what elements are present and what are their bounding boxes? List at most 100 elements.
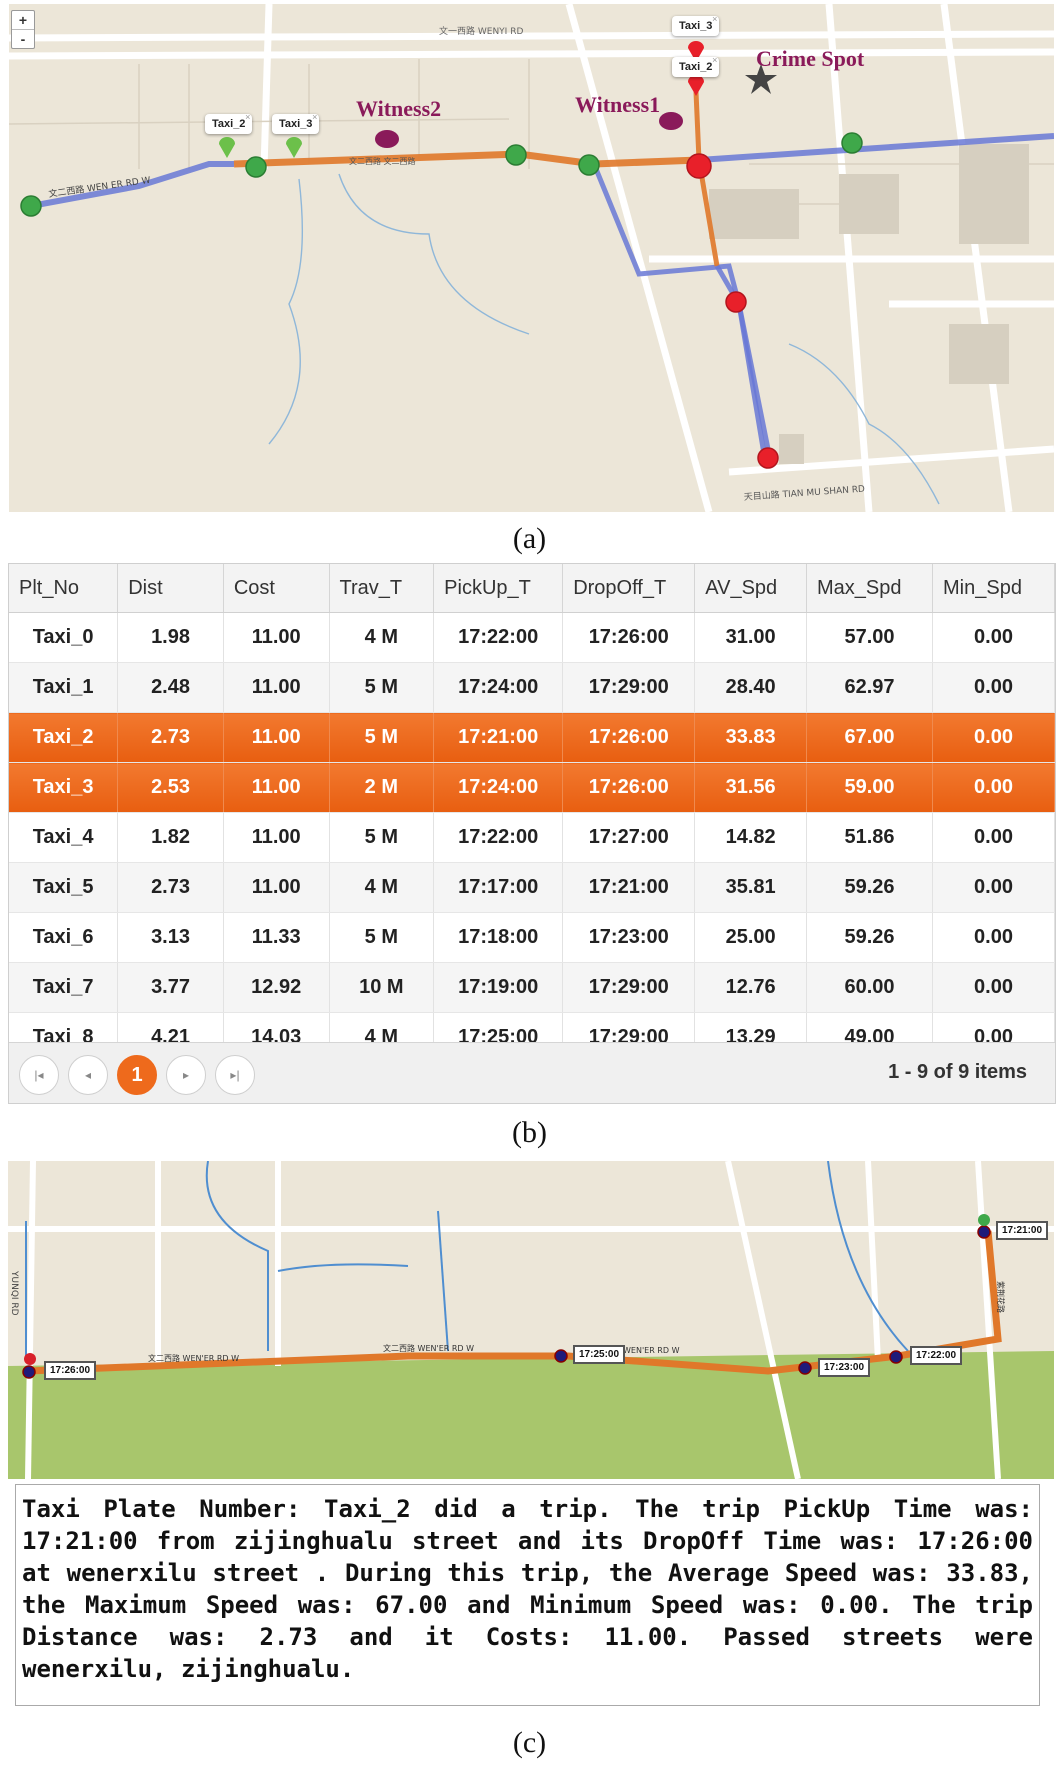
table-cell: Taxi_1 <box>9 662 119 713</box>
route-point[interactable] <box>22 1365 36 1379</box>
table-cell: 11.00 <box>223 762 330 813</box>
table-row[interactable]: Taxi_7 3.77 12.92 10 M 17:19:00 17:29:00 12.76… <box>9 962 1055 1013</box>
red-marker[interactable] <box>725 291 747 313</box>
table-cell: 17:24:00 <box>433 762 564 813</box>
close-icon[interactable]: × <box>712 55 717 65</box>
table-body: Taxi_0 1.98 11.00 4 M 17:22:00 17:26:00 31.00 5… <box>9 612 1055 1063</box>
table-cell: 0.00 <box>932 812 1055 863</box>
trip-description-textbox[interactable]: Taxi Plate Number: Taxi_2 did a trip. Th… <box>15 1484 1040 1706</box>
route-point[interactable] <box>554 1349 568 1363</box>
table-row[interactable]: Taxi_5 2.73 11.00 4 M 17:17:00 17:21:00 35.81 5… <box>9 862 1055 913</box>
close-icon[interactable]: × <box>245 112 250 122</box>
caption-a: (a) <box>512 522 547 555</box>
table-cell: 17:17:00 <box>433 862 564 913</box>
last-page-button[interactable]: ▸| <box>215 1055 255 1095</box>
dropoff-red-marker-icon[interactable] <box>24 1353 36 1365</box>
table-cell: Taxi_2 <box>9 712 119 763</box>
time-tag-pickup[interactable]: 17:21:00 <box>996 1221 1049 1240</box>
table-cell: 17:18:00 <box>433 912 564 963</box>
table-cell: 0.00 <box>932 712 1055 763</box>
table-cell: 0.00 <box>932 612 1055 663</box>
table-cell: 3.77 <box>117 962 224 1013</box>
column-header-pickup-t[interactable]: PickUp_T <box>433 564 564 613</box>
tag-label: Taxi_2 <box>212 118 246 130</box>
column-header-av-spd[interactable]: AV_Spd <box>694 564 808 613</box>
taxi-2-tag-left[interactable]: Taxi_2 × <box>205 112 253 134</box>
table-cell: 35.81 <box>694 862 808 913</box>
taxi-3-tag-top[interactable]: Taxi_3 × <box>672 14 720 36</box>
tag-label: Taxi_3 <box>279 118 313 130</box>
column-header-dist[interactable]: Dist <box>117 564 224 613</box>
table-row[interactable]: Taxi_2 2.73 11.00 5 M 17:21:00 17:26:00 33.83 6… <box>9 712 1055 763</box>
taxi-3-tag-left[interactable]: Taxi_3 × <box>272 112 320 134</box>
table-cell: 5 M <box>329 812 435 863</box>
column-header-cost[interactable]: Cost <box>223 564 330 613</box>
taxi-2-tag-top[interactable]: Taxi_2 × <box>672 55 720 77</box>
column-header-plt-no[interactable]: Plt_No <box>9 564 119 613</box>
table-cell: 1.98 <box>117 612 224 663</box>
table-cell: 14.82 <box>694 812 808 863</box>
table-cell: 17:26:00 <box>562 762 696 813</box>
table-cell: 31.56 <box>694 762 808 813</box>
map-c[interactable]: YUNQI RD 文二西路 WEN'ER RD W 文二西路 WEN'ER RD… <box>8 1161 1054 1479</box>
table-row[interactable]: Taxi_6 3.13 11.33 5 M 17:18:00 17:23:00 25.00 5… <box>9 912 1055 963</box>
table-cell: Taxi_6 <box>9 912 119 963</box>
table-cell: Taxi_0 <box>9 612 119 663</box>
pickup-green-marker-icon[interactable] <box>978 1214 990 1226</box>
table-cell: 0.00 <box>932 962 1055 1013</box>
map-a[interactable]: 文一西路 WENYI RD 文二西路 WEN ER RD W 文二西路 文二西路… <box>9 4 1054 512</box>
pager: |◂ ◂ 1 ▸ ▸| 1 - 9 of 9 items <box>9 1042 1055 1103</box>
taxi-2-green-pin-icon[interactable] <box>219 137 235 158</box>
zoom-control: + - <box>11 10 35 49</box>
red-marker[interactable] <box>686 153 712 179</box>
zoom-out-button[interactable]: - <box>12 29 34 48</box>
table-cell: 11.00 <box>223 812 330 863</box>
street-label-wener-main: 文二西路 文二西路 <box>349 156 416 166</box>
green-marker[interactable] <box>20 195 42 217</box>
table-cell: 12.92 <box>223 962 330 1013</box>
taxi-trips-table: Plt_No Dist Cost Trav_T PickUp_T DropOff_T AV_… <box>9 564 1055 1063</box>
route-point[interactable] <box>798 1361 812 1375</box>
table-cell: 17:23:00 <box>562 912 696 963</box>
table-cell: 1.82 <box>117 812 224 863</box>
witness2-label: Witness2 <box>356 96 442 121</box>
table-row[interactable]: Taxi_3 2.53 11.00 2 M 17:24:00 17:26:00 31.56 5… <box>9 762 1055 813</box>
time-tag-dropoff[interactable]: 17:26:00 <box>44 1361 97 1380</box>
table-cell: 17:22:00 <box>433 812 564 863</box>
green-marker[interactable] <box>505 144 527 166</box>
table-cell: 17:21:00 <box>433 712 564 763</box>
next-page-button[interactable]: ▸ <box>166 1055 206 1095</box>
red-marker[interactable] <box>757 447 779 469</box>
time-tag[interactable]: 17:23:00 <box>818 1358 871 1377</box>
table-cell: 67.00 <box>806 712 933 763</box>
table-row[interactable]: Taxi_1 2.48 11.00 5 M 17:24:00 17:29:00 28.40 6… <box>9 662 1055 713</box>
column-header-dropoff-t[interactable]: DropOff_T <box>562 564 696 613</box>
column-header-trav-t[interactable]: Trav_T <box>329 564 435 613</box>
time-tag[interactable]: 17:22:00 <box>910 1346 963 1365</box>
route-point[interactable] <box>977 1225 991 1239</box>
time-tag[interactable]: 17:25:00 <box>573 1345 626 1364</box>
taxi-3-green-pin-icon[interactable] <box>286 137 302 158</box>
green-marker[interactable] <box>578 154 600 176</box>
table-cell: 2 M <box>329 762 435 813</box>
route-point[interactable] <box>889 1350 903 1364</box>
table-cell: 5 M <box>329 662 435 713</box>
green-marker[interactable] <box>245 156 267 178</box>
taxi-2-red-pin-icon[interactable] <box>688 75 704 96</box>
table-cell: 62.97 <box>806 662 933 713</box>
table-cell: 59.26 <box>806 912 933 963</box>
zoom-in-button[interactable]: + <box>12 11 34 29</box>
table-cell: 0.00 <box>932 762 1055 813</box>
green-marker[interactable] <box>841 132 863 154</box>
column-header-min-spd[interactable]: Min_Spd <box>932 564 1055 613</box>
first-page-button[interactable]: |◂ <box>19 1055 59 1095</box>
column-header-max-spd[interactable]: Max_Spd <box>806 564 933 613</box>
prev-page-button[interactable]: ◂ <box>68 1055 108 1095</box>
table-row[interactable]: Taxi_0 1.98 11.00 4 M 17:22:00 17:26:00 31.00 5… <box>9 612 1055 663</box>
table-cell: 10 M <box>329 962 435 1013</box>
close-icon[interactable]: × <box>712 14 717 24</box>
close-icon[interactable]: × <box>312 112 317 122</box>
table-row[interactable]: Taxi_4 1.82 11.00 5 M 17:22:00 17:27:00 14.82 5… <box>9 812 1055 863</box>
route-orange-north <box>693 91 720 267</box>
page-1-button[interactable]: 1 <box>117 1055 157 1095</box>
